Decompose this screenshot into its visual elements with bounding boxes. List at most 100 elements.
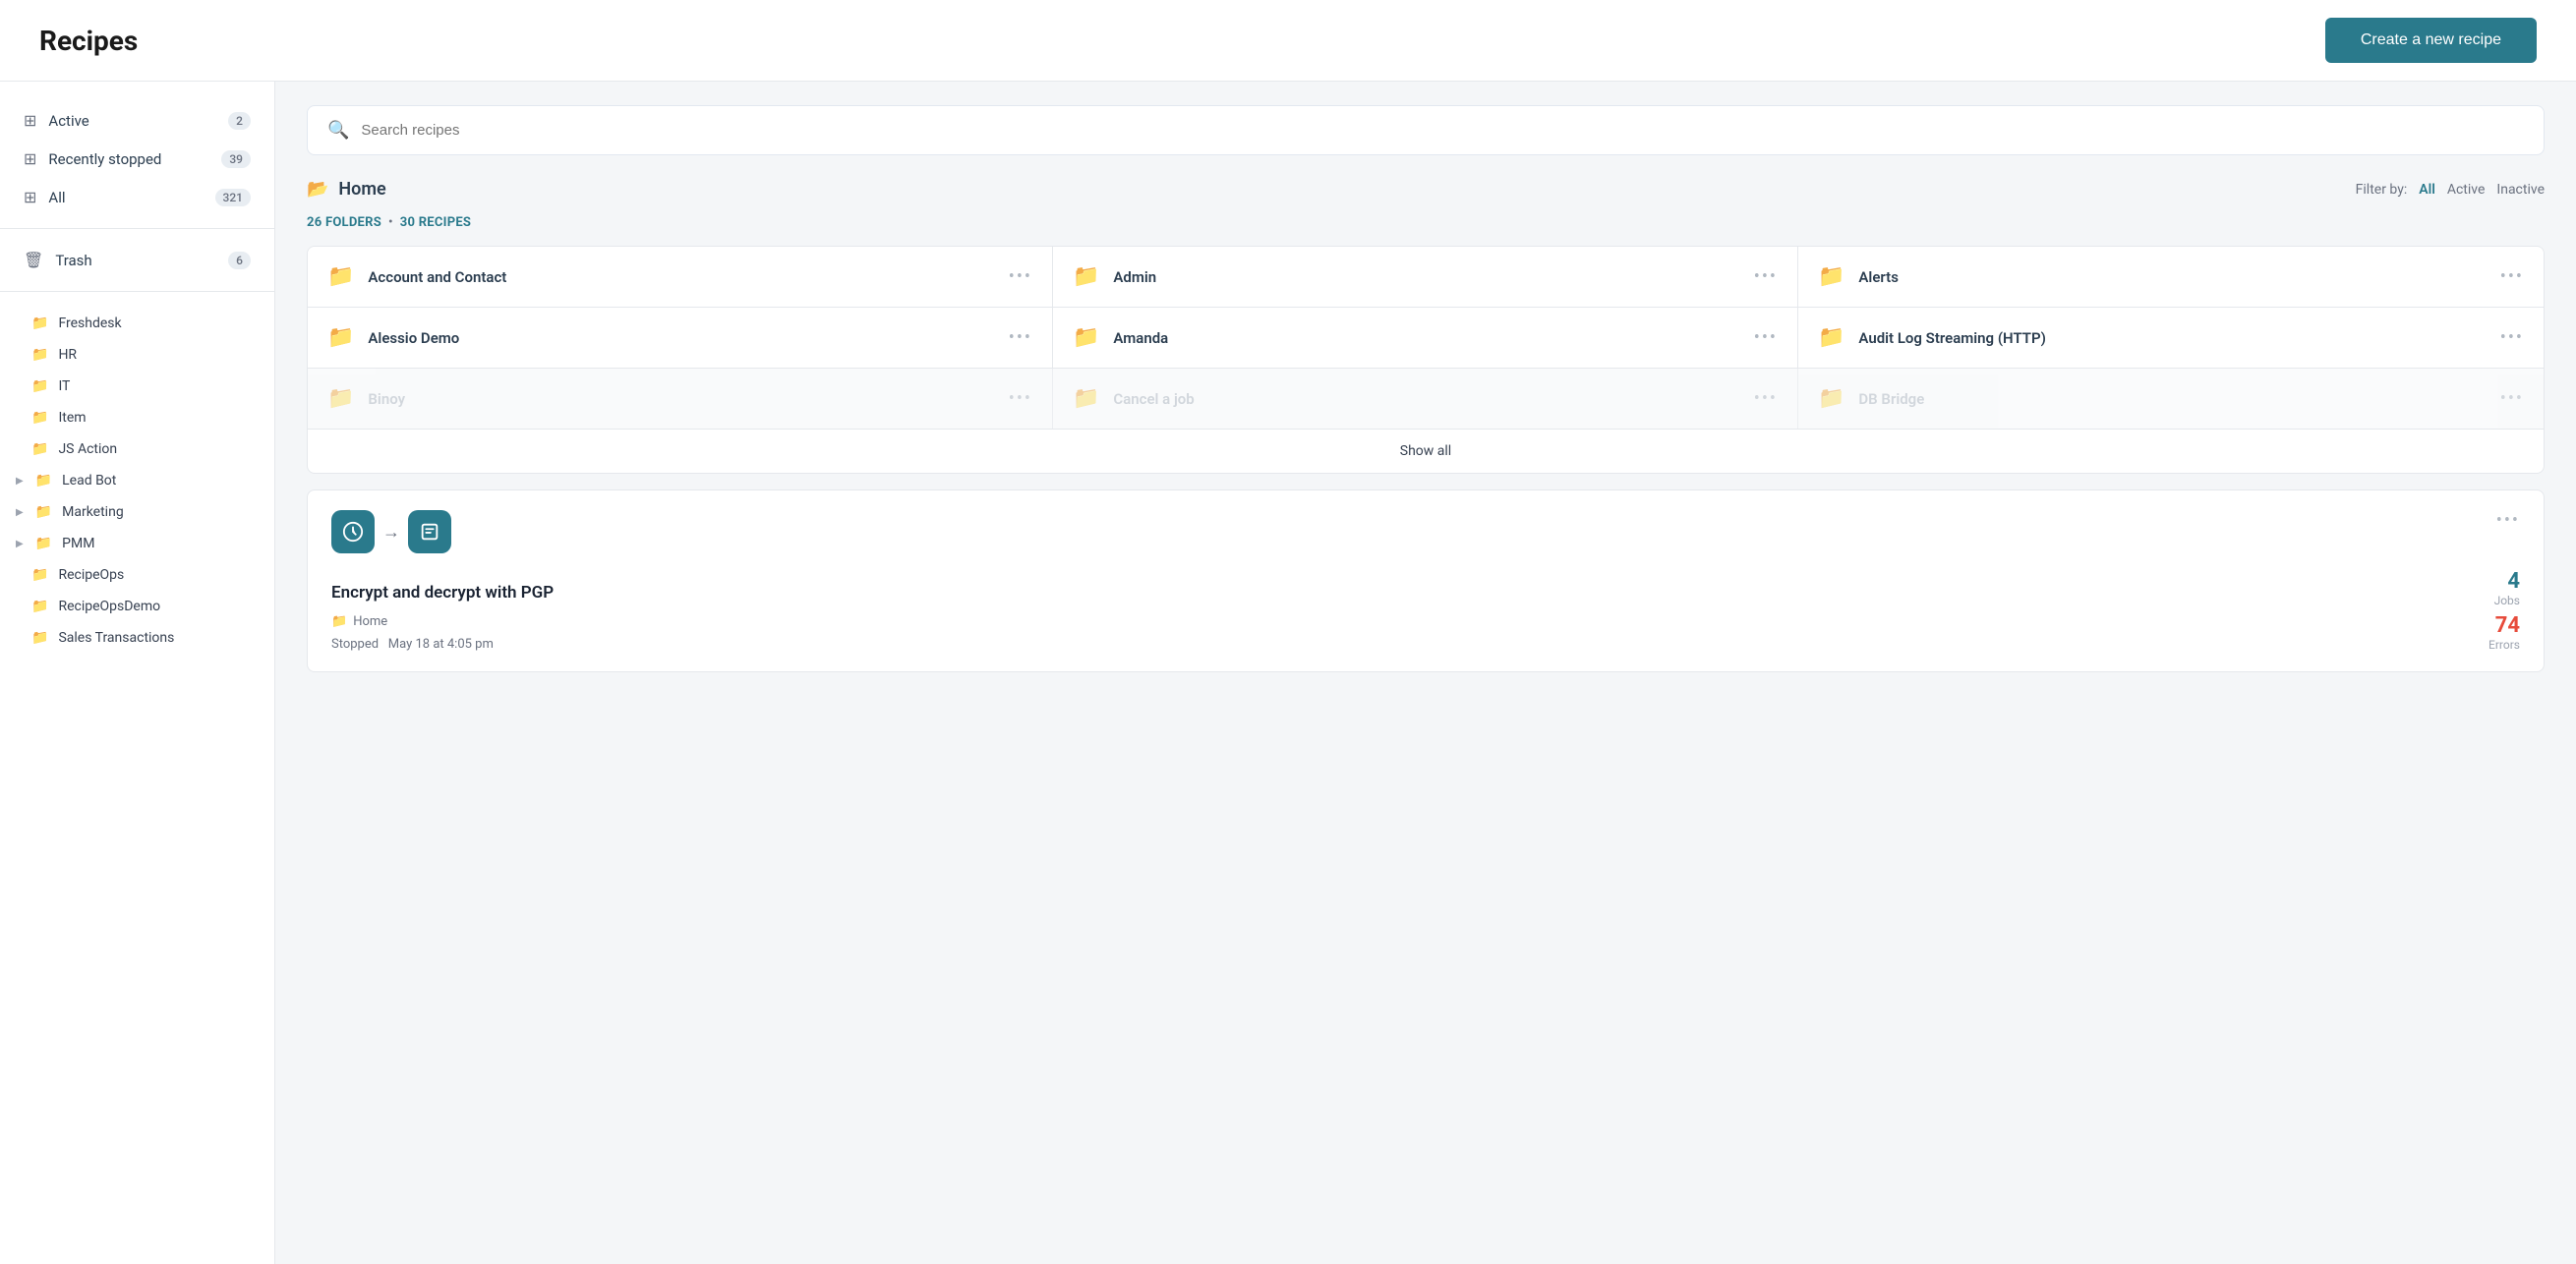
folder-card-binoy[interactable]: 📁 Binoy ••• [308, 369, 1053, 429]
jobs-label: Jobs [2488, 594, 2520, 607]
folder-card-db-bridge[interactable]: 📁 DB Bridge ••• [1798, 369, 2544, 429]
sidebar-trash-section: 🗑 Trash 6 [0, 241, 274, 292]
folder-menu-button[interactable]: ••• [2500, 327, 2524, 348]
folder-label: RecipeOps [58, 567, 124, 583]
errors-label: Errors [2488, 638, 2520, 652]
folder-card-admin[interactable]: 📁 Admin ••• [1053, 247, 1798, 307]
folder-card-alerts[interactable]: 📁 Alerts ••• [1798, 247, 2544, 307]
folder-icon: 📁 [35, 504, 52, 520]
sidebar-folder-js-action[interactable]: 📁 JS Action [0, 433, 274, 465]
table-icon: ⊞ [24, 111, 36, 130]
sidebar-folder-marketing[interactable]: ▶ 📁 Marketing [0, 496, 274, 528]
folder-card-account-contact[interactable]: 📁 Account and Contact ••• [308, 247, 1053, 307]
sidebar: ⊞ Active 2 ⊞ Recently stopped 39 ⊞ All [0, 82, 275, 1264]
recipe-action-icon [408, 510, 451, 553]
arrow-right-icon: → [382, 522, 400, 543]
folder-label: Sales Transactions [58, 630, 174, 646]
sidebar-all-label: All [48, 189, 65, 206]
show-all-button[interactable]: Show all [307, 429, 2545, 474]
page-title: Recipes [39, 25, 138, 57]
folder-card-icon: 📁 [327, 264, 354, 289]
folder-menu-button[interactable]: ••• [2500, 388, 2524, 409]
folder-card-alessio-demo[interactable]: 📁 Alessio Demo ••• [308, 308, 1053, 368]
search-bar: 🔍 [307, 105, 2545, 155]
recently-stopped-badge: 39 [221, 150, 251, 168]
chevron-right-icon: ▶ [16, 539, 24, 549]
recipes-count: 30 [400, 215, 415, 230]
folder-icon: 📁 [31, 347, 48, 363]
trash-badge: 6 [228, 252, 251, 269]
sidebar-folder-recipeops-demo[interactable]: 📁 RecipeOpsDemo [0, 591, 274, 622]
folder-icon: 📁 [35, 473, 52, 488]
recipe-menu-button[interactable]: ••• [2496, 510, 2520, 531]
folder-menu-button[interactable]: ••• [1754, 388, 1778, 409]
folders-count: 26 [307, 215, 322, 230]
folder-card-name: Audit Log Streaming (HTTP) [1858, 329, 2045, 347]
folder-card-icon: 📁 [1073, 386, 1099, 411]
folder-card-audit-log[interactable]: 📁 Audit Log Streaming (HTTP) ••• [1798, 308, 2544, 368]
folder-menu-button[interactable]: ••• [1009, 266, 1032, 287]
active-badge: 2 [228, 112, 251, 130]
folder-card-amanda[interactable]: 📁 Amanda ••• [1053, 308, 1798, 368]
folder-menu-button[interactable]: ••• [2500, 266, 2524, 287]
sidebar-item-all[interactable]: ⊞ All 321 [0, 178, 274, 216]
errors-count: 74 [2488, 613, 2520, 638]
folder-icon: 📁 [31, 599, 48, 614]
folder-label: IT [58, 378, 70, 394]
status-date: May 18 at 4:05 pm [388, 637, 494, 652]
filter-active[interactable]: Active [2447, 182, 2486, 198]
folder-menu-button[interactable]: ••• [1009, 388, 1032, 409]
folder-card-name: Alerts [1858, 268, 1899, 286]
sidebar-folder-sales-transactions[interactable]: 📁 Sales Transactions [0, 622, 274, 654]
sidebar-folder-it[interactable]: 📁 IT [0, 371, 274, 402]
main-content: 🔍 📂 Home Filter by: All Active Inactive … [275, 82, 2576, 1264]
sidebar-folder-recipeops[interactable]: 📁 RecipeOps [0, 559, 274, 591]
sidebar-item-recently-stopped[interactable]: ⊞ Recently stopped 39 [0, 140, 274, 178]
status-label: Stopped [331, 637, 379, 652]
stats-row: 26 FOLDERS • 30 RECIPES [307, 215, 2545, 230]
folder-card-cancel-job[interactable]: 📁 Cancel a job ••• [1053, 369, 1798, 429]
folder-card-name: Account and Contact [368, 268, 506, 286]
sidebar-folder-hr[interactable]: 📁 HR [0, 339, 274, 371]
chevron-right-icon: ▶ [16, 507, 24, 518]
sidebar-nav-section: ⊞ Active 2 ⊞ Recently stopped 39 ⊞ All [0, 101, 274, 229]
recipes-label: RECIPES [419, 215, 471, 230]
search-icon: 🔍 [327, 120, 349, 141]
recipe-title: Encrypt and decrypt with PGP [331, 583, 554, 603]
folder-row-3: 📁 Binoy ••• 📁 Cancel a job ••• 📁 DB B [308, 369, 2544, 429]
app-layout: ⊞ Active 2 ⊞ Recently stopped 39 ⊞ All [0, 82, 2576, 1264]
sidebar-folder-lead-bot[interactable]: ▶ 📁 Lead Bot [0, 465, 274, 496]
folder-card-icon: 📁 [1818, 264, 1844, 289]
recipe-trigger-icon [331, 510, 375, 553]
filter-all[interactable]: All [2419, 182, 2435, 198]
recipe-stats: 4 Jobs 74 Errors [2488, 569, 2520, 652]
trash-icon: 🗑 [24, 251, 43, 269]
folder-card-name: Binoy [368, 390, 405, 408]
sidebar-item-active[interactable]: ⊞ Active 2 [0, 101, 274, 140]
create-recipe-button[interactable]: Create a new recipe [2325, 18, 2537, 63]
search-input[interactable] [361, 122, 2524, 139]
sidebar-folder-item[interactable]: 📁 Item [0, 402, 274, 433]
sidebar-folder-freshdesk[interactable]: 📁 Freshdesk [0, 308, 274, 339]
sidebar-active-label: Active [48, 112, 88, 130]
folder-icon: 📁 [31, 378, 48, 394]
sidebar-folder-pmm[interactable]: ▶ 📁 PMM [0, 528, 274, 559]
recipe-status: Stopped May 18 at 4:05 pm [331, 637, 554, 652]
recipe-card: → ••• Encrypt and decrypt with PGP [307, 489, 2545, 672]
folder-menu-button[interactable]: ••• [1754, 327, 1778, 348]
chevron-right-icon: ▶ [16, 476, 24, 487]
folder-label: PMM [62, 536, 94, 551]
folder-menu-button[interactable]: ••• [1009, 327, 1032, 348]
folder-icon: 📁 [31, 441, 48, 457]
folder-card-icon: 📁 [327, 386, 354, 411]
folder-icon: 📁 [35, 536, 52, 551]
recipe-location: Home [353, 614, 387, 629]
folder-icon: 📁 [31, 316, 48, 331]
folder-menu-button[interactable]: ••• [1754, 266, 1778, 287]
header: Recipes Create a new recipe [0, 0, 2576, 82]
folder-grid-container: 📁 Account and Contact ••• 📁 Admin ••• 📁 [307, 246, 2545, 429]
section-header: 📂 Home Filter by: All Active Inactive [307, 179, 2545, 200]
folder-label: HR [58, 347, 77, 363]
sidebar-item-trash[interactable]: 🗑 Trash 6 [0, 241, 274, 279]
filter-inactive[interactable]: Inactive [2496, 182, 2545, 198]
